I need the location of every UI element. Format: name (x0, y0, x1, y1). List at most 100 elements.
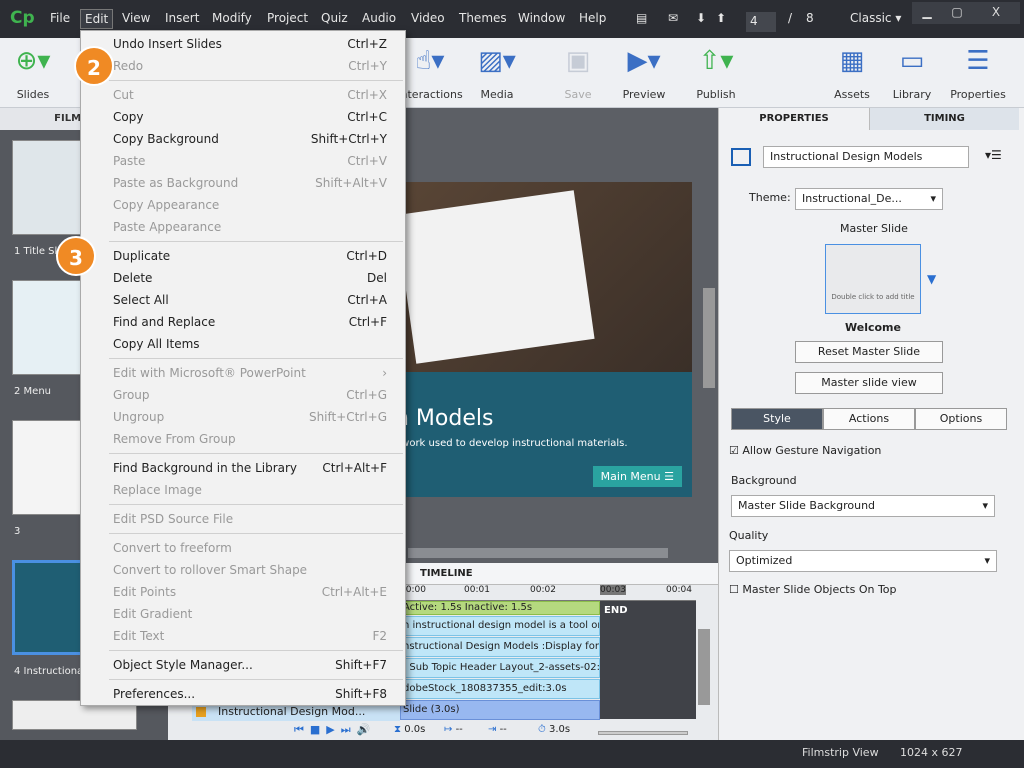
arrow-down-icon[interactable]: ⬇ (696, 11, 706, 25)
slide-subtitle[interactable]: ework used to develop instructional mate… (395, 438, 628, 449)
row-label: Instructional Design Mod... (218, 705, 366, 718)
menu-item-copy-all-items[interactable]: Copy All Items (81, 333, 405, 355)
playback-controls[interactable]: ⏮■▶⏭🔊 (294, 723, 376, 737)
master-dropdown-icon[interactable]: ▼ (927, 272, 936, 286)
menu-window[interactable]: Window (518, 11, 565, 25)
master-slide-thumbnail[interactable]: Double click to add title (825, 244, 921, 314)
timeline-track-button[interactable]: Active: 1.5s Inactive: 1.5s (400, 601, 600, 615)
tab-style[interactable]: Style (731, 408, 823, 430)
menu-help[interactable]: Help (579, 11, 606, 25)
menu-quiz[interactable]: Quiz (321, 11, 348, 25)
workspace-dropdown[interactable]: Classic ▾ (850, 11, 901, 25)
slide-title[interactable]: n Models (395, 406, 493, 431)
slide-canvas[interactable]: n Models ework used to develop instructi… (385, 182, 692, 497)
menu-view[interactable]: View (122, 11, 150, 25)
mail-icon[interactable]: ✉ (668, 11, 678, 25)
tab-properties[interactable]: PROPERTIES (719, 108, 869, 130)
preview-button[interactable]: ▶▾ Preview (614, 44, 674, 101)
menu-project[interactable]: Project (267, 11, 308, 25)
assets-button[interactable]: ▦ Assets (822, 44, 882, 101)
menu-item-edit-points[interactable]: Edit Points Ctrl+Alt+E (81, 581, 405, 603)
slides-label: Slides (16, 88, 50, 101)
main-menu-label: Main Menu (600, 470, 661, 483)
panel-menu-icon[interactable]: ▾☰ (985, 148, 1002, 162)
slide-name-input[interactable]: Instructional Design Models (763, 146, 969, 168)
menu-item-object-style-manager[interactable]: Object Style Manager... Shift+F7 (81, 654, 405, 676)
menu-item-label: Find Background in the Library (113, 461, 298, 475)
menu-item-shortcut: Ctrl+D (346, 249, 387, 263)
timeline-track-shape[interactable]: , Sub Topic Header Layout_2-assets-02:3.… (400, 658, 600, 678)
duration: 3.0s (548, 724, 571, 735)
theme-dropdown[interactable]: Instructional_De... ▾ (795, 188, 943, 210)
gesture-checkbox[interactable]: ☑ Allow Gesture Navigation (729, 444, 881, 457)
menu-item-paste-as-background[interactable]: Paste as Background Shift+Alt+V (81, 172, 405, 194)
menu-item-group[interactable]: Group Ctrl+G (81, 384, 405, 406)
menu-separator (109, 504, 403, 505)
menu-item-copy-background[interactable]: Copy Background Shift+Ctrl+Y (81, 128, 405, 150)
reset-master-slide-button[interactable]: Reset Master Slide (795, 341, 943, 363)
menu-item-edit-gradient[interactable]: Edit Gradient (81, 603, 405, 625)
menu-item-edit-with-microsoft-powerpoint[interactable]: Edit with Microsoft® PowerPoint › (81, 362, 405, 384)
menu-modify[interactable]: Modify (212, 11, 252, 25)
save-button[interactable]: ▣ Save (548, 44, 608, 101)
slides-button[interactable]: ⊕▾ Slides (3, 44, 63, 101)
menu-item-shortcut: Ctrl+C (347, 110, 387, 124)
menu-item-duplicate[interactable]: Duplicate Ctrl+D (81, 245, 405, 267)
menu-item-copy[interactable]: Copy Ctrl+C (81, 106, 405, 128)
menu-item-cut[interactable]: Cut Ctrl+X (81, 84, 405, 106)
menu-item-paste-appearance[interactable]: Paste Appearance (81, 216, 405, 238)
menu-item-undo-insert-slides[interactable]: Undo Insert Slides Ctrl+Z (81, 33, 405, 55)
timeline-track-title[interactable]: nstructional Design Models :Display for … (400, 637, 600, 657)
tab-options[interactable]: Options (915, 408, 1007, 430)
menu-item-delete[interactable]: Delete Del (81, 267, 405, 289)
timeline-scrollbar[interactable] (698, 629, 710, 705)
menu-item-preferences[interactable]: Preferences... Shift+F8 (81, 683, 405, 705)
tab-timing[interactable]: TIMING (869, 108, 1019, 130)
menu-item-replace-image[interactable]: Replace Image (81, 479, 405, 501)
menu-item-redo[interactable]: Redo Ctrl+Y (81, 55, 405, 77)
menu-video[interactable]: Video (411, 11, 445, 25)
properties-label: Properties (950, 88, 1006, 101)
menu-audio[interactable]: Audio (362, 11, 396, 25)
menu-file[interactable]: File (50, 11, 70, 25)
menu-item-find-and-replace[interactable]: Find and Replace Ctrl+F (81, 311, 405, 333)
menu-item-edit-psd-source-file[interactable]: Edit PSD Source File (81, 508, 405, 530)
hand-drawing-image[interactable] (385, 182, 692, 372)
menu-item-copy-appearance[interactable]: Copy Appearance (81, 194, 405, 216)
maximize-button[interactable]: ▢ (942, 2, 972, 24)
menu-item-label: Remove From Group (113, 432, 236, 446)
library-button[interactable]: ▭ Library (882, 44, 942, 101)
menu-item-paste[interactable]: Paste Ctrl+V (81, 150, 405, 172)
properties-button[interactable]: ☰ Properties (948, 44, 1008, 101)
background-dropdown[interactable]: Master Slide Background ▾ (731, 495, 995, 517)
menu-item-ungroup[interactable]: Ungroup Shift+Ctrl+G (81, 406, 405, 428)
arrow-up-icon[interactable]: ⬆ (716, 11, 726, 25)
close-button[interactable]: X (972, 2, 1020, 24)
objects-on-top-checkbox[interactable]: ☐ Master Slide Objects On Top (729, 583, 897, 596)
master-slide-view-button[interactable]: Master slide view (795, 372, 943, 394)
stage-vertical-scrollbar[interactable] (703, 288, 715, 388)
menu-insert[interactable]: Insert (165, 11, 199, 25)
menu-item-remove-from-group[interactable]: Remove From Group (81, 428, 405, 450)
tab-actions[interactable]: Actions (823, 408, 915, 430)
menu-themes[interactable]: Themes (459, 11, 507, 25)
timeline-ruler[interactable]: 00:00 00:01 00:02 00:03 00:04 (400, 585, 696, 601)
stage-horizontal-scrollbar[interactable] (408, 548, 668, 558)
menu-item-find-background-in-the-library[interactable]: Find Background in the Library Ctrl+Alt+F (81, 457, 405, 479)
timeline-track-text[interactable]: n instructional design model is a tool o… (400, 616, 600, 636)
main-menu-button[interactable]: Main Menu ☰ (592, 466, 682, 487)
timeline-track-image[interactable]: dobeStock_180837355_edit:3.0s (400, 679, 600, 699)
comment-icon[interactable]: ▤ (636, 11, 647, 25)
menu-item-convert-to-rollover-smart-shape[interactable]: Convert to rollover Smart Shape (81, 559, 405, 581)
zoom-slider[interactable] (598, 731, 688, 735)
menu-edit[interactable]: Edit (80, 9, 114, 29)
media-button[interactable]: ▨▾ Media (467, 44, 527, 101)
page-number-input[interactable]: 4 (746, 12, 776, 32)
menu-item-select-all[interactable]: Select All Ctrl+A (81, 289, 405, 311)
minimize-button[interactable]: ▁ (912, 2, 942, 24)
timeline-track-slide[interactable]: Slide (3.0s) (400, 700, 600, 720)
menu-item-edit-text[interactable]: Edit Text F2 (81, 625, 405, 647)
menu-item-convert-to-freeform[interactable]: Convert to freeform (81, 537, 405, 559)
publish-button[interactable]: ⇧▾ Publish (686, 44, 746, 101)
quality-dropdown[interactable]: Optimized ▾ (729, 550, 997, 572)
